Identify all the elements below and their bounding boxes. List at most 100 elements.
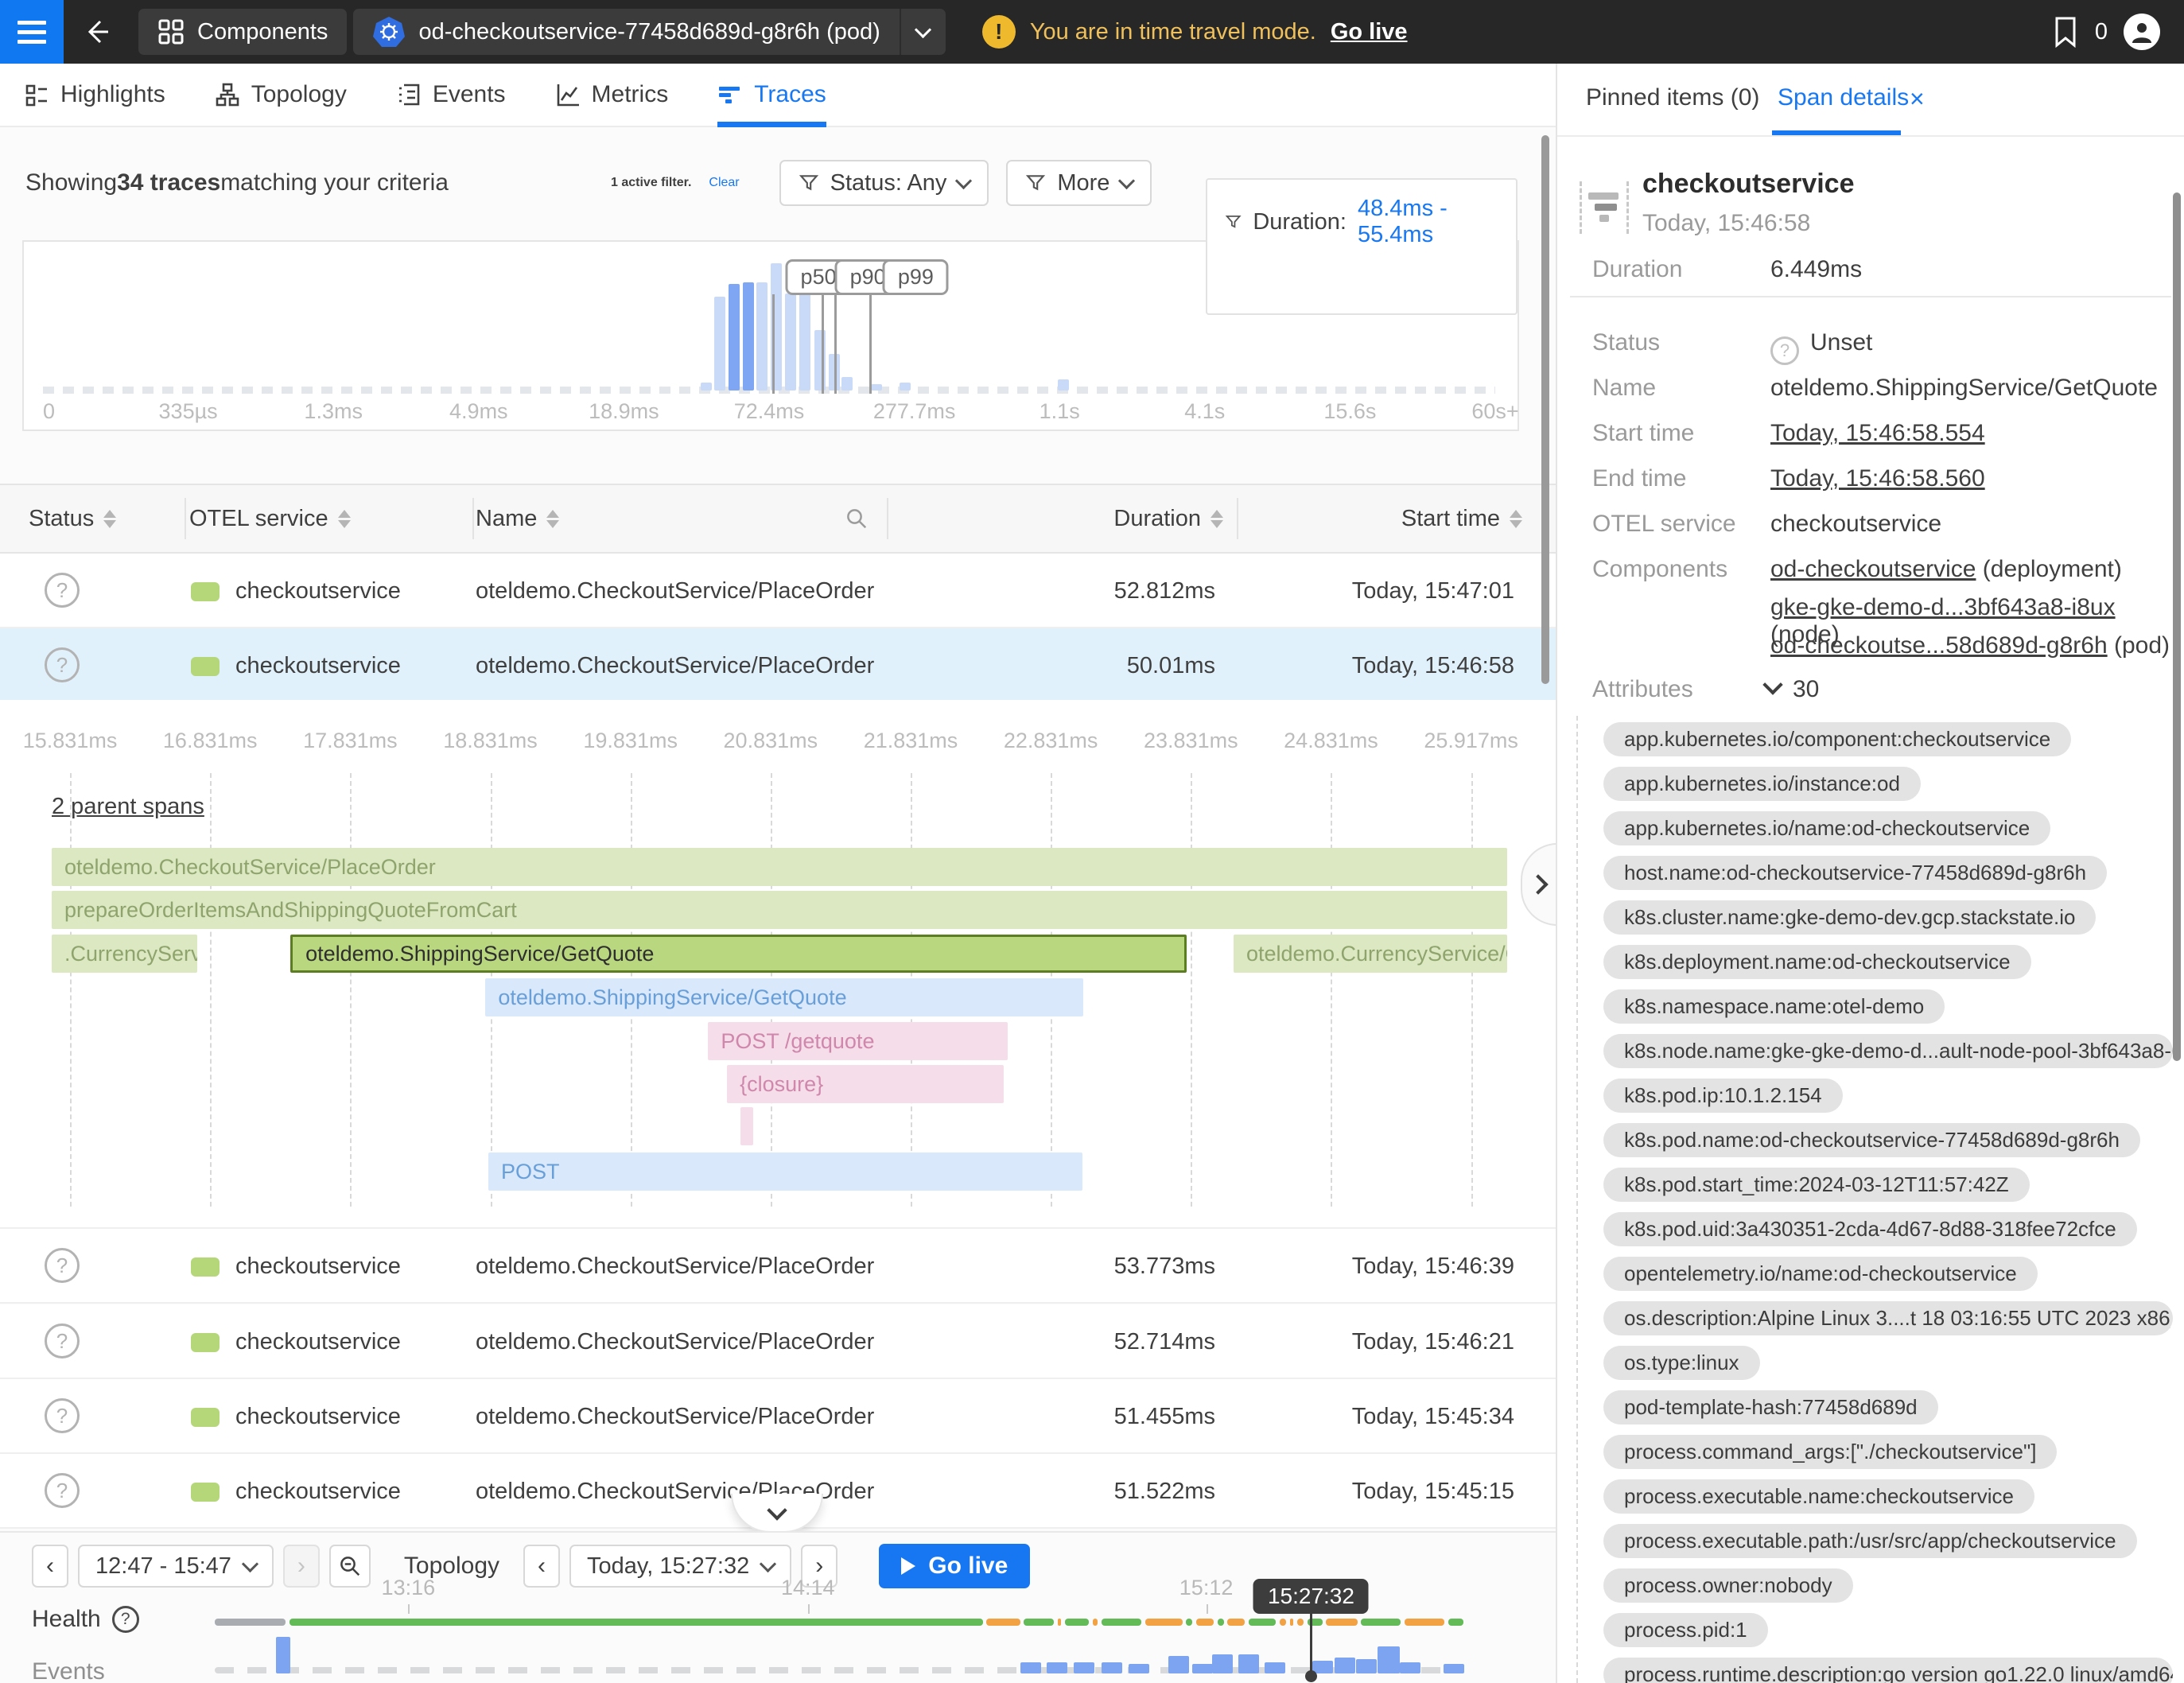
sort-icon[interactable]	[1510, 510, 1522, 528]
attribute-chip[interactable]: process.executable.name:checkoutservice	[1603, 1479, 2034, 1514]
attribute-chip[interactable]: app.kubernetes.io/instance:od	[1603, 767, 1921, 801]
clear-filters-link[interactable]: Clear	[709, 176, 739, 190]
histogram-bar	[871, 384, 882, 391]
tab-metrics[interactable]: Metrics	[555, 64, 669, 126]
attribute-chip[interactable]: k8s.deployment.name:od-checkoutservice	[1603, 945, 2031, 979]
field-value-end-time[interactable]: Today, 15:46:58.560	[1770, 465, 1985, 492]
service-health-chip	[191, 1257, 220, 1277]
span-name-cell: oteldemo.CheckoutService/PlaceOrder	[476, 1379, 874, 1454]
span-bar[interactable]: .CurrencyServ...	[52, 935, 197, 973]
attribute-chip[interactable]: process.command_args:["./checkoutservice…	[1603, 1435, 2057, 1469]
close-icon[interactable]: ×	[1910, 84, 1925, 114]
user-avatar[interactable]	[2124, 14, 2160, 50]
panel-scrollbar[interactable]	[2173, 192, 2181, 1061]
bookmark-icon[interactable]	[2052, 16, 2079, 48]
duration-filter-panel[interactable]: Duration: 48.4ms - 55.4ms	[1206, 178, 1518, 315]
attribute-chip[interactable]: os.type:linux	[1603, 1346, 1760, 1380]
tab-label: Highlights	[60, 81, 165, 108]
span-bar[interactable]: oteldemo.CheckoutService/PlaceOrder	[52, 848, 1507, 886]
span-bar[interactable]: oteldemo.CurrencyService/Co	[1234, 935, 1507, 973]
name-search-icon[interactable]	[845, 485, 869, 552]
health-segment	[1093, 1619, 1098, 1626]
attribute-chip[interactable]: os.description:Alpine Linux 3....t 18 03…	[1603, 1301, 2173, 1335]
component-link[interactable]: od-checkoutse...58d689d-g8r6h (pod)	[1770, 632, 2170, 659]
sort-icon[interactable]	[338, 510, 351, 528]
span-bar[interactable]: POST	[488, 1152, 1082, 1191]
go-live-link[interactable]: Go live	[1331, 19, 1408, 45]
start-time-cell: Today, 15:46:21	[1352, 1304, 1514, 1379]
column-duration[interactable]: Duration	[1113, 485, 1223, 552]
range-prev-button[interactable]: ‹	[32, 1545, 68, 1588]
duration-filter-value[interactable]: 48.4ms - 55.4ms	[1358, 196, 1498, 248]
span-bar[interactable]: POST /getquote	[708, 1022, 1008, 1060]
table-row[interactable]: ?checkoutserviceoteldemo.CheckoutService…	[0, 554, 1556, 628]
span-bar[interactable]: prepareOrderItemsAndShippingQuoteFromCar…	[52, 891, 1507, 929]
table-row[interactable]: ?checkoutserviceoteldemo.CheckoutService…	[0, 1229, 1556, 1304]
event-bar	[1238, 1654, 1259, 1673]
sort-icon[interactable]	[103, 510, 116, 528]
span-bar[interactable]: oteldemo.ShippingService/GetQuote	[485, 978, 1083, 1016]
span-bar[interactable]: {closure}	[727, 1065, 1004, 1103]
attribute-chip[interactable]: process.pid:1	[1603, 1613, 1768, 1647]
attribute-chip[interactable]: process.executable.path:/usr/src/app/che…	[1603, 1524, 2137, 1558]
tab-events[interactable]: Events	[396, 64, 506, 126]
components-button[interactable]: Components	[138, 9, 347, 55]
table-row[interactable]: ?checkoutserviceoteldemo.CheckoutService…	[0, 1304, 1556, 1379]
attribute-chip[interactable]: k8s.cluster.name:gke-demo-dev.gcp.stacks…	[1603, 900, 2096, 935]
attribute-chip[interactable]: app.kubernetes.io/component:checkoutserv…	[1603, 722, 2071, 756]
attribute-chip[interactable]: opentelemetry.io/name:od-checkoutservice	[1603, 1257, 2038, 1291]
attribute-chip[interactable]: process.owner:nobody	[1603, 1568, 1853, 1603]
back-button[interactable]	[64, 0, 129, 64]
tab-pinned-items[interactable]: Pinned items (0)	[1586, 84, 1759, 111]
health-events-timeline[interactable]: 13:1614:1415:1215:27:32	[215, 1533, 1463, 1683]
tab-span-details[interactable]: Span details	[1778, 84, 1909, 111]
health-segment	[1065, 1619, 1089, 1626]
histogram-axis-tick: 15.6s	[1323, 399, 1376, 424]
status-filter-button[interactable]: Status: Any	[779, 160, 989, 206]
health-segment	[1290, 1619, 1294, 1626]
column-start-time[interactable]: Start time	[1401, 485, 1522, 552]
timeline-tick-mark	[808, 1604, 810, 1614]
time-marker-handle[interactable]	[1305, 1670, 1317, 1682]
component-link[interactable]: od-checkoutservice (deployment)	[1770, 556, 2122, 583]
attribute-chip[interactable]: k8s.node.name:gke-gke-demo-d...ault-node…	[1603, 1034, 2173, 1068]
column-status[interactable]: Status	[29, 485, 116, 552]
sort-icon[interactable]	[1211, 510, 1223, 528]
column-name[interactable]: Name	[476, 485, 559, 552]
sort-icon[interactable]	[546, 510, 559, 528]
pod-selector-caret[interactable]	[900, 9, 946, 55]
tab-highlights[interactable]: Highlights	[24, 64, 165, 126]
time-marker-line[interactable]	[1310, 1612, 1312, 1676]
span-bar[interactable]	[740, 1107, 753, 1145]
event-bar	[1378, 1646, 1400, 1673]
help-icon[interactable]: ?	[112, 1606, 139, 1633]
health-segment	[1249, 1619, 1277, 1626]
attribute-chip[interactable]: k8s.pod.name:od-checkoutservice-77458d68…	[1603, 1123, 2140, 1157]
pod-selector[interactable]: od-checkoutservice-77458d689d-g8r6h (pod…	[353, 9, 945, 55]
attribute-chip[interactable]: k8s.pod.uid:3a430351-2cda-4d67-8d88-318f…	[1603, 1212, 2137, 1246]
main-scrollbar[interactable]	[1541, 135, 1549, 684]
span-bar[interactable]: oteldemo.ShippingService/GetQuote	[290, 935, 1187, 973]
histogram-axis-tick: 335µs	[159, 399, 218, 424]
table-row[interactable]: ?checkoutserviceoteldemo.CheckoutService…	[0, 1379, 1556, 1454]
attribute-chip[interactable]: app.kubernetes.io/name:od-checkoutservic…	[1603, 811, 2050, 845]
tab-traces[interactable]: Traces	[717, 64, 826, 126]
attribute-chip[interactable]: pod-template-hash:77458d689d	[1603, 1390, 1938, 1425]
attribute-chip[interactable]: process.runtime.description:go version g…	[1603, 1658, 2173, 1683]
health-segment	[1405, 1619, 1444, 1626]
table-row[interactable]: ?checkoutserviceoteldemo.CheckoutService…	[0, 628, 1556, 703]
chevron-down-icon[interactable]	[1762, 674, 1782, 694]
histogram-axis-tick: 0	[43, 399, 55, 424]
hamburger-menu-icon[interactable]	[0, 0, 64, 64]
attribute-chip[interactable]: k8s.namespace.name:otel-demo	[1603, 989, 1945, 1024]
field-value-start-time[interactable]: Today, 15:46:58.554	[1770, 420, 1985, 447]
health-segment	[1326, 1619, 1357, 1626]
attribute-chip[interactable]: host.name:od-checkoutservice-77458d689d-…	[1603, 856, 2107, 890]
field-value-name: oteldemo.ShippingService/GetQuote	[1770, 375, 2158, 402]
attribute-chip[interactable]: k8s.pod.ip:10.1.2.154	[1603, 1079, 1843, 1113]
parent-spans-link[interactable]: 2 parent spans	[52, 794, 204, 820]
more-filters-button[interactable]: More	[1006, 160, 1152, 206]
attribute-chip[interactable]: k8s.pod.start_time:2024-03-12T11:57:42Z	[1603, 1168, 2030, 1202]
column-otel-service[interactable]: OTEL service	[189, 485, 351, 552]
tab-topology[interactable]: Topology	[215, 64, 347, 126]
